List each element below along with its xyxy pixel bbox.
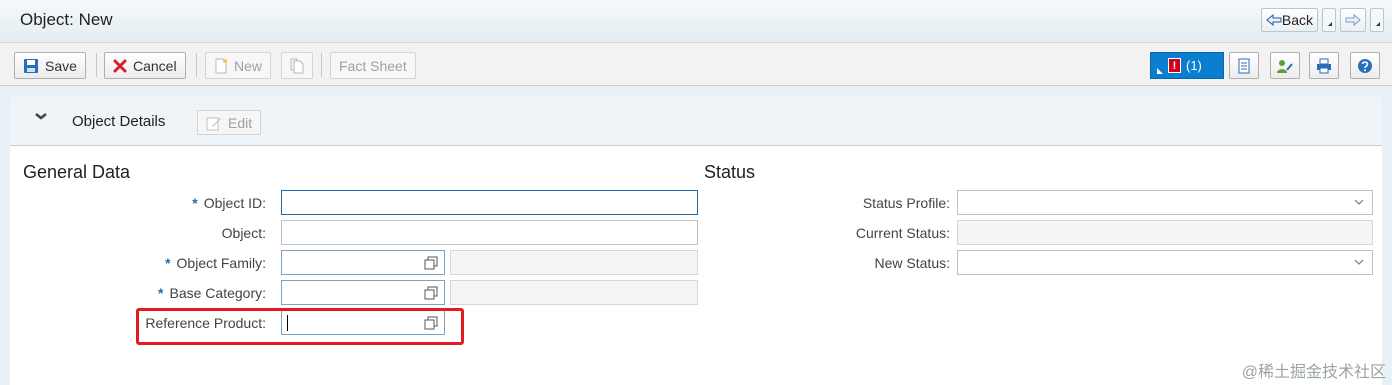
back-button[interactable]: Back <box>1260 8 1318 32</box>
back-label: Back <box>1281 12 1313 28</box>
object-family-input[interactable] <box>281 250 445 275</box>
navigation-controls: Back <box>1260 8 1384 32</box>
object-id-label: * Object ID: <box>100 195 266 211</box>
watermark: @稀土掘金技术社区 <box>1241 364 1386 381</box>
notes-button[interactable] <box>1229 52 1259 79</box>
chevron-down-icon <box>1354 199 1364 205</box>
arrow-left-icon <box>1266 14 1282 26</box>
current-status-field <box>957 220 1373 245</box>
object-label: Object: <box>221 225 266 241</box>
close-icon <box>113 59 127 72</box>
help-icon <box>1358 58 1372 73</box>
print-button[interactable] <box>1309 52 1339 79</box>
personalize-button[interactable] <box>1270 52 1300 79</box>
cancel-button[interactable]: Cancel <box>104 52 186 79</box>
new-document-icon <box>215 58 227 73</box>
object-family-label-text: Object Family: <box>176 255 266 271</box>
object-details-section-header: Object Details Edit <box>10 97 1382 146</box>
edit-button[interactable]: Edit <box>197 110 262 135</box>
toolbar-divider <box>196 53 197 77</box>
current-status-label: Current Status: <box>855 225 950 241</box>
required-marker: * <box>158 285 164 301</box>
fact-sheet-label: Fact Sheet <box>339 57 407 74</box>
arrow-right-icon <box>1345 14 1361 26</box>
error-icon: ! <box>1168 58 1181 73</box>
back-history-dropdown[interactable] <box>1322 8 1336 32</box>
status-title: Status <box>704 162 756 182</box>
save-button[interactable]: Save <box>14 52 86 79</box>
object-input[interactable] <box>281 220 698 245</box>
messages-count: (1) <box>1186 58 1202 73</box>
highlight-annotation-box <box>136 308 464 345</box>
chevron-down-icon[interactable] <box>34 111 48 121</box>
required-marker: * <box>192 195 198 211</box>
toolbar-divider <box>96 53 97 77</box>
fact-sheet-button[interactable]: Fact Sheet <box>330 52 416 79</box>
object-family-description <box>450 250 698 275</box>
object-family-label: * Object Family: <box>100 255 266 271</box>
copy-button[interactable] <box>281 52 313 79</box>
edit-icon <box>206 117 221 130</box>
value-help-icon[interactable] <box>424 286 438 300</box>
base-category-description <box>450 280 698 305</box>
base-category-input[interactable] <box>281 280 445 305</box>
value-help-icon[interactable] <box>424 256 438 270</box>
title-bar: Object: New Back <box>0 0 1392 42</box>
forward-button[interactable] <box>1340 8 1366 32</box>
general-data-title: General Data <box>23 162 131 182</box>
forward-history-dropdown[interactable] <box>1370 8 1384 32</box>
messages-button[interactable]: ! (1) <box>1150 52 1224 79</box>
toolbar-divider <box>321 53 322 77</box>
new-label: New <box>234 57 263 74</box>
copy-icon <box>290 58 304 73</box>
save-icon <box>24 58 38 73</box>
chevron-down-icon <box>1354 259 1364 265</box>
new-status-select[interactable] <box>957 250 1373 275</box>
notes-icon <box>1238 58 1250 73</box>
cancel-label: Cancel <box>133 57 177 74</box>
save-label: Save <box>45 57 77 74</box>
object-id-input[interactable] <box>281 190 698 215</box>
status-profile-label: Status Profile: <box>862 195 950 211</box>
required-marker: * <box>165 255 171 271</box>
edit-label: Edit <box>228 114 253 131</box>
base-category-label-text: Base Category: <box>169 285 267 301</box>
section-title: Object Details <box>72 113 166 130</box>
status-profile-select[interactable] <box>957 190 1373 215</box>
personalize-icon <box>1277 59 1293 73</box>
base-category-label: * Base Category: <box>100 285 266 301</box>
corner-indicator-icon <box>1157 67 1163 74</box>
new-status-label: New Status: <box>874 255 950 271</box>
toolbar: Save Cancel New Fact Sheet ! (1) <box>0 42 1392 86</box>
object-id-label-text: Object ID: <box>203 195 266 211</box>
new-button[interactable]: New <box>205 52 272 79</box>
help-button[interactable] <box>1350 52 1380 79</box>
printer-icon <box>1317 58 1331 73</box>
page-title: Object: New <box>20 10 113 29</box>
